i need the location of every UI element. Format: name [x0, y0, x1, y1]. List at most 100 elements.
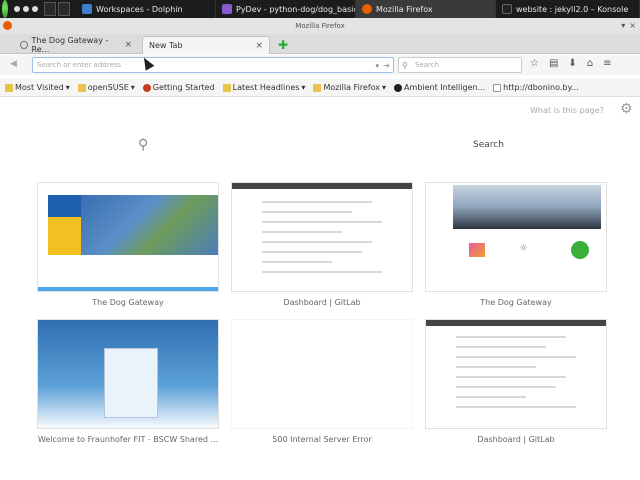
folder-icon [5, 83, 13, 92]
tile-dog-gateway-map[interactable]: The Dog Gateway [37, 182, 219, 307]
window-controls: ▾ × [621, 18, 636, 34]
bookmark-label: Getting Started [152, 83, 215, 92]
cube-icon [469, 243, 485, 257]
back-arrow-icon[interactable]: ◀ [10, 59, 17, 69]
home-icon[interactable]: ⌂ [587, 58, 593, 69]
open-source-icon [571, 241, 589, 259]
task-konsole[interactable]: website : jekyll2.0 – Konsole [496, 0, 640, 18]
menu-icon[interactable]: ≡ [603, 58, 611, 69]
workspace-pager[interactable] [44, 2, 70, 16]
spinner-icon [20, 41, 28, 49]
bookmark-getting-started[interactable]: Getting Started [142, 83, 215, 92]
task-dolphin[interactable]: Workspaces - Dolphin [76, 0, 216, 18]
bookmark-label: http://dbonino.by... [503, 83, 579, 92]
firefox-icon [362, 4, 372, 14]
task-label: Mozilla Firefox [376, 4, 433, 14]
tile-thumbnail [231, 319, 413, 429]
toolbar-icons: ☆ ▤ ⬇ ⌂ ≡ [530, 58, 612, 69]
history-dropdown-icon[interactable]: ▾ [375, 59, 379, 73]
task-pydev[interactable]: PyDev - python-dog/dog_basic [216, 0, 356, 18]
new-tab-plus-icon[interactable]: ✚ [278, 38, 288, 52]
go-arrow-icon[interactable]: ➔ [383, 59, 390, 73]
tile-title: The Dog Gateway [480, 298, 552, 307]
terminal-icon [502, 4, 512, 14]
bookmark-ambient-intelligence[interactable]: Ambient Intelligen... [394, 83, 485, 92]
bookmark-label: Ambient Intelligen... [404, 83, 486, 92]
bookmark-label: Mozilla Firefox [323, 83, 381, 92]
desktop-dots [14, 6, 38, 12]
tile-thumbnail [37, 319, 219, 429]
tile-dog-gateway-photo[interactable]: ☼ The Dog Gateway [425, 182, 607, 307]
close-tab-icon[interactable]: × [255, 41, 263, 51]
tile-title: The Dog Gateway [92, 298, 164, 307]
tile-fraunhofer-bscw[interactable]: Welcome to Fraunhofer FIT - BSCW Shared … [37, 319, 219, 444]
nav-bar: ◀ Search or enter address ▾ ➔ ⚲ Search ☆… [0, 55, 640, 75]
task-label: website : jekyll2.0 – Konsole [516, 4, 629, 14]
tab-label: New Tab [149, 41, 183, 50]
close-window-icon[interactable]: × [629, 18, 636, 34]
url-bar[interactable]: Search or enter address ▾ ➔ [32, 57, 394, 73]
dropdown-icon: ▾ [130, 83, 135, 92]
task-firefox[interactable]: Mozilla Firefox [356, 0, 496, 18]
bookmark-opensuse[interactable]: openSUSE ▾ [77, 83, 135, 92]
login-card [104, 348, 158, 418]
taskbar: Workspaces - Dolphin PyDev - python-dog/… [0, 0, 640, 18]
tile-gitlab-dashboard[interactable]: Dashboard | GitLab [231, 182, 413, 307]
map-image [81, 195, 218, 255]
bookmark-most-visited[interactable]: Most Visited ▾ [5, 83, 70, 92]
dropdown-icon: ▾ [382, 83, 387, 92]
firefox-logo-icon [3, 21, 12, 30]
tab-dog-gateway[interactable]: The Dog Gateway - Re... × [14, 36, 138, 54]
window-titlebar: Mozilla Firefox ▾ × [0, 18, 640, 34]
rss-folder-icon [222, 83, 231, 92]
tab-label: The Dog Gateway - Re... [31, 36, 109, 54]
bookmark-label: Most Visited [15, 83, 64, 92]
folder-icon [313, 83, 322, 92]
tile-thumbnail [37, 182, 219, 292]
gear-icon[interactable]: ⚙ [620, 101, 633, 117]
downloads-icon[interactable]: ⬇ [568, 58, 576, 69]
tile-title: Welcome to Fraunhofer FIT - BSCW Shared … [37, 435, 219, 444]
reading-list-icon[interactable]: ▤ [549, 58, 558, 69]
dog-icon: ☼ [519, 243, 528, 254]
task-list: Workspaces - Dolphin PyDev - python-dog/… [76, 0, 640, 18]
bookmark-label: Latest Headlines [232, 83, 300, 92]
firefox-bookmark-icon [142, 83, 151, 92]
task-label: Workspaces - Dolphin [96, 4, 183, 14]
tile-gitlab-dashboard-2[interactable]: Dashboard | GitLab [425, 319, 607, 444]
bookmark-dbonino[interactable]: http://dbonino.by... [493, 83, 579, 92]
url-placeholder: Search or enter address [37, 61, 122, 69]
pydev-icon [222, 4, 232, 14]
minimize-icon[interactable]: ▾ [621, 18, 625, 34]
tile-title: 500 Internal Server Error [272, 435, 372, 444]
folder-icon [82, 4, 92, 14]
window-title: Mozilla Firefox [295, 22, 345, 30]
search-icon: ⚲ [402, 61, 408, 70]
kde-menu-icon[interactable] [2, 0, 8, 18]
tab-new-tab[interactable]: New Tab × [142, 36, 270, 54]
github-icon [394, 83, 403, 92]
search-button[interactable]: Search [473, 140, 504, 150]
dropdown-icon: ▾ [301, 83, 306, 92]
tile-thumbnail [425, 319, 607, 429]
tile-server-error[interactable]: 500 Internal Server Error [231, 319, 413, 444]
page-icon [493, 83, 502, 92]
dropdown-icon: ▾ [65, 83, 70, 92]
bookmarks-bar: Most Visited ▾ openSUSE ▾ Getting Starte… [0, 79, 640, 97]
what-is-this-link[interactable]: What is this page? [530, 106, 604, 115]
bookmark-star-icon[interactable]: ☆ [530, 58, 539, 69]
photo-image [453, 185, 601, 229]
search-icon: ⚲ [138, 137, 149, 153]
task-label: PyDev - python-dog/dog_basic [236, 4, 356, 14]
bookmark-mozilla-firefox[interactable]: Mozilla Firefox ▾ [313, 83, 386, 92]
search-bar[interactable]: ⚲ Search [398, 57, 522, 73]
tile-title: Dashboard | GitLab [283, 298, 361, 307]
search-placeholder: Search [415, 61, 440, 69]
folder-icon [77, 83, 86, 92]
tab-strip: The Dog Gateway - Re... × New Tab × ✚ [0, 34, 640, 54]
bookmark-latest-headlines[interactable]: Latest Headlines ▾ [222, 83, 306, 92]
bookmark-label: openSUSE [87, 83, 129, 92]
close-tab-icon[interactable]: × [124, 40, 132, 50]
tile-thumbnail [231, 182, 413, 292]
tile-title: Dashboard | GitLab [477, 435, 555, 444]
